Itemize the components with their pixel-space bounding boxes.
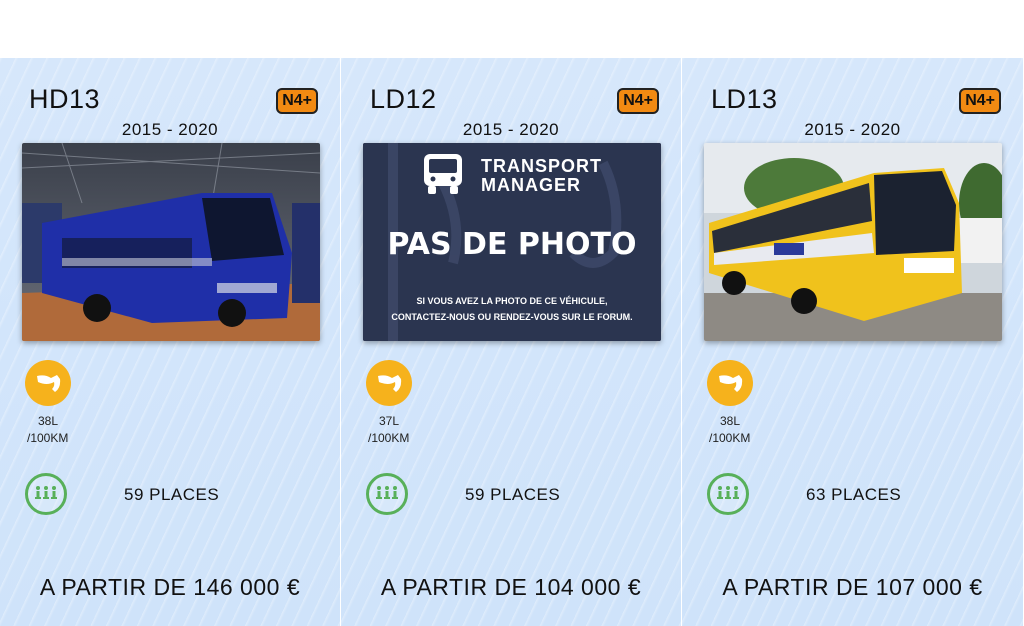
fuel-pump-icon <box>25 360 71 406</box>
emission-badge: N4+ <box>617 88 659 114</box>
bus-icon <box>420 152 466 196</box>
vehicle-card-ld13[interactable]: LD13 N4+ 2015 - 2020 38L /100KM 63 PLACE… <box>682 58 1023 626</box>
emission-badge: N4+ <box>276 88 318 114</box>
passenger-seats-icon <box>707 473 749 515</box>
vehicle-card-hd13[interactable]: HD13 N4+ 2015 - 2020 38L /100KM 59 PLACE… <box>0 58 341 626</box>
fuel-pump-icon <box>366 360 412 406</box>
no-photo-placeholder: TRANSPORT MANAGER PAS DE PHOTO SI VOUS A… <box>363 143 661 341</box>
passenger-seats-icon <box>25 473 67 515</box>
vehicle-photo <box>22 143 320 341</box>
seat-count: 59 PLACES <box>465 485 561 504</box>
fuel-consumption-unit: /100KM <box>368 431 410 445</box>
vehicle-card-ld12[interactable]: LD12 N4+ 2015 - 2020 TRANSPORT MANAGER P… <box>341 58 682 626</box>
price: A PARTIR DE 104 000 € <box>380 574 642 600</box>
vehicle-photo <box>704 143 1002 341</box>
brand-line-2: MANAGER <box>481 175 581 195</box>
fuel-consumption-value: 37L <box>379 414 400 428</box>
no-photo-title: PAS DE PHOTO <box>387 227 637 262</box>
emission-badge: N4+ <box>959 88 1001 114</box>
model-name: HD13 <box>29 84 101 114</box>
production-years: 2015 - 2020 <box>804 120 901 139</box>
production-years: 2015 - 2020 <box>462 120 560 139</box>
seat-count: 59 PLACES <box>124 485 220 504</box>
production-years: 2015 - 2020 <box>121 120 219 139</box>
fuel-consumption-unit: /100KM <box>27 431 69 445</box>
seat-count: 63 PLACES <box>806 485 902 504</box>
no-photo-message-line-1: SI VOUS AVEZ LA PHOTO DE CE VÉHICULE, <box>416 296 608 306</box>
model-name: LD12 <box>370 84 437 114</box>
blue-coach-image <box>22 143 320 341</box>
no-photo-message-line-2: CONTACTEZ-NOUS OU RENDEZ-VOUS SUR LE FOR… <box>391 312 633 322</box>
yellow-intercity-bus-image <box>704 143 1002 341</box>
passenger-seats-icon <box>366 473 408 515</box>
price: A PARTIR DE 107 000 € <box>722 574 983 600</box>
brand-line-1: TRANSPORT <box>481 156 602 176</box>
fuel-consumption-unit: /100KM <box>709 431 751 445</box>
vehicle-card-list: HD13 N4+ 2015 - 2020 38L /100KM 59 PLACE… <box>0 58 1024 626</box>
model-name: LD13 <box>711 84 778 114</box>
fuel-consumption-value: 38L <box>38 414 59 428</box>
fuel-pump-icon <box>707 360 753 406</box>
price: A PARTIR DE 146 000 € <box>39 574 301 600</box>
fuel-consumption-value: 38L <box>720 414 741 428</box>
